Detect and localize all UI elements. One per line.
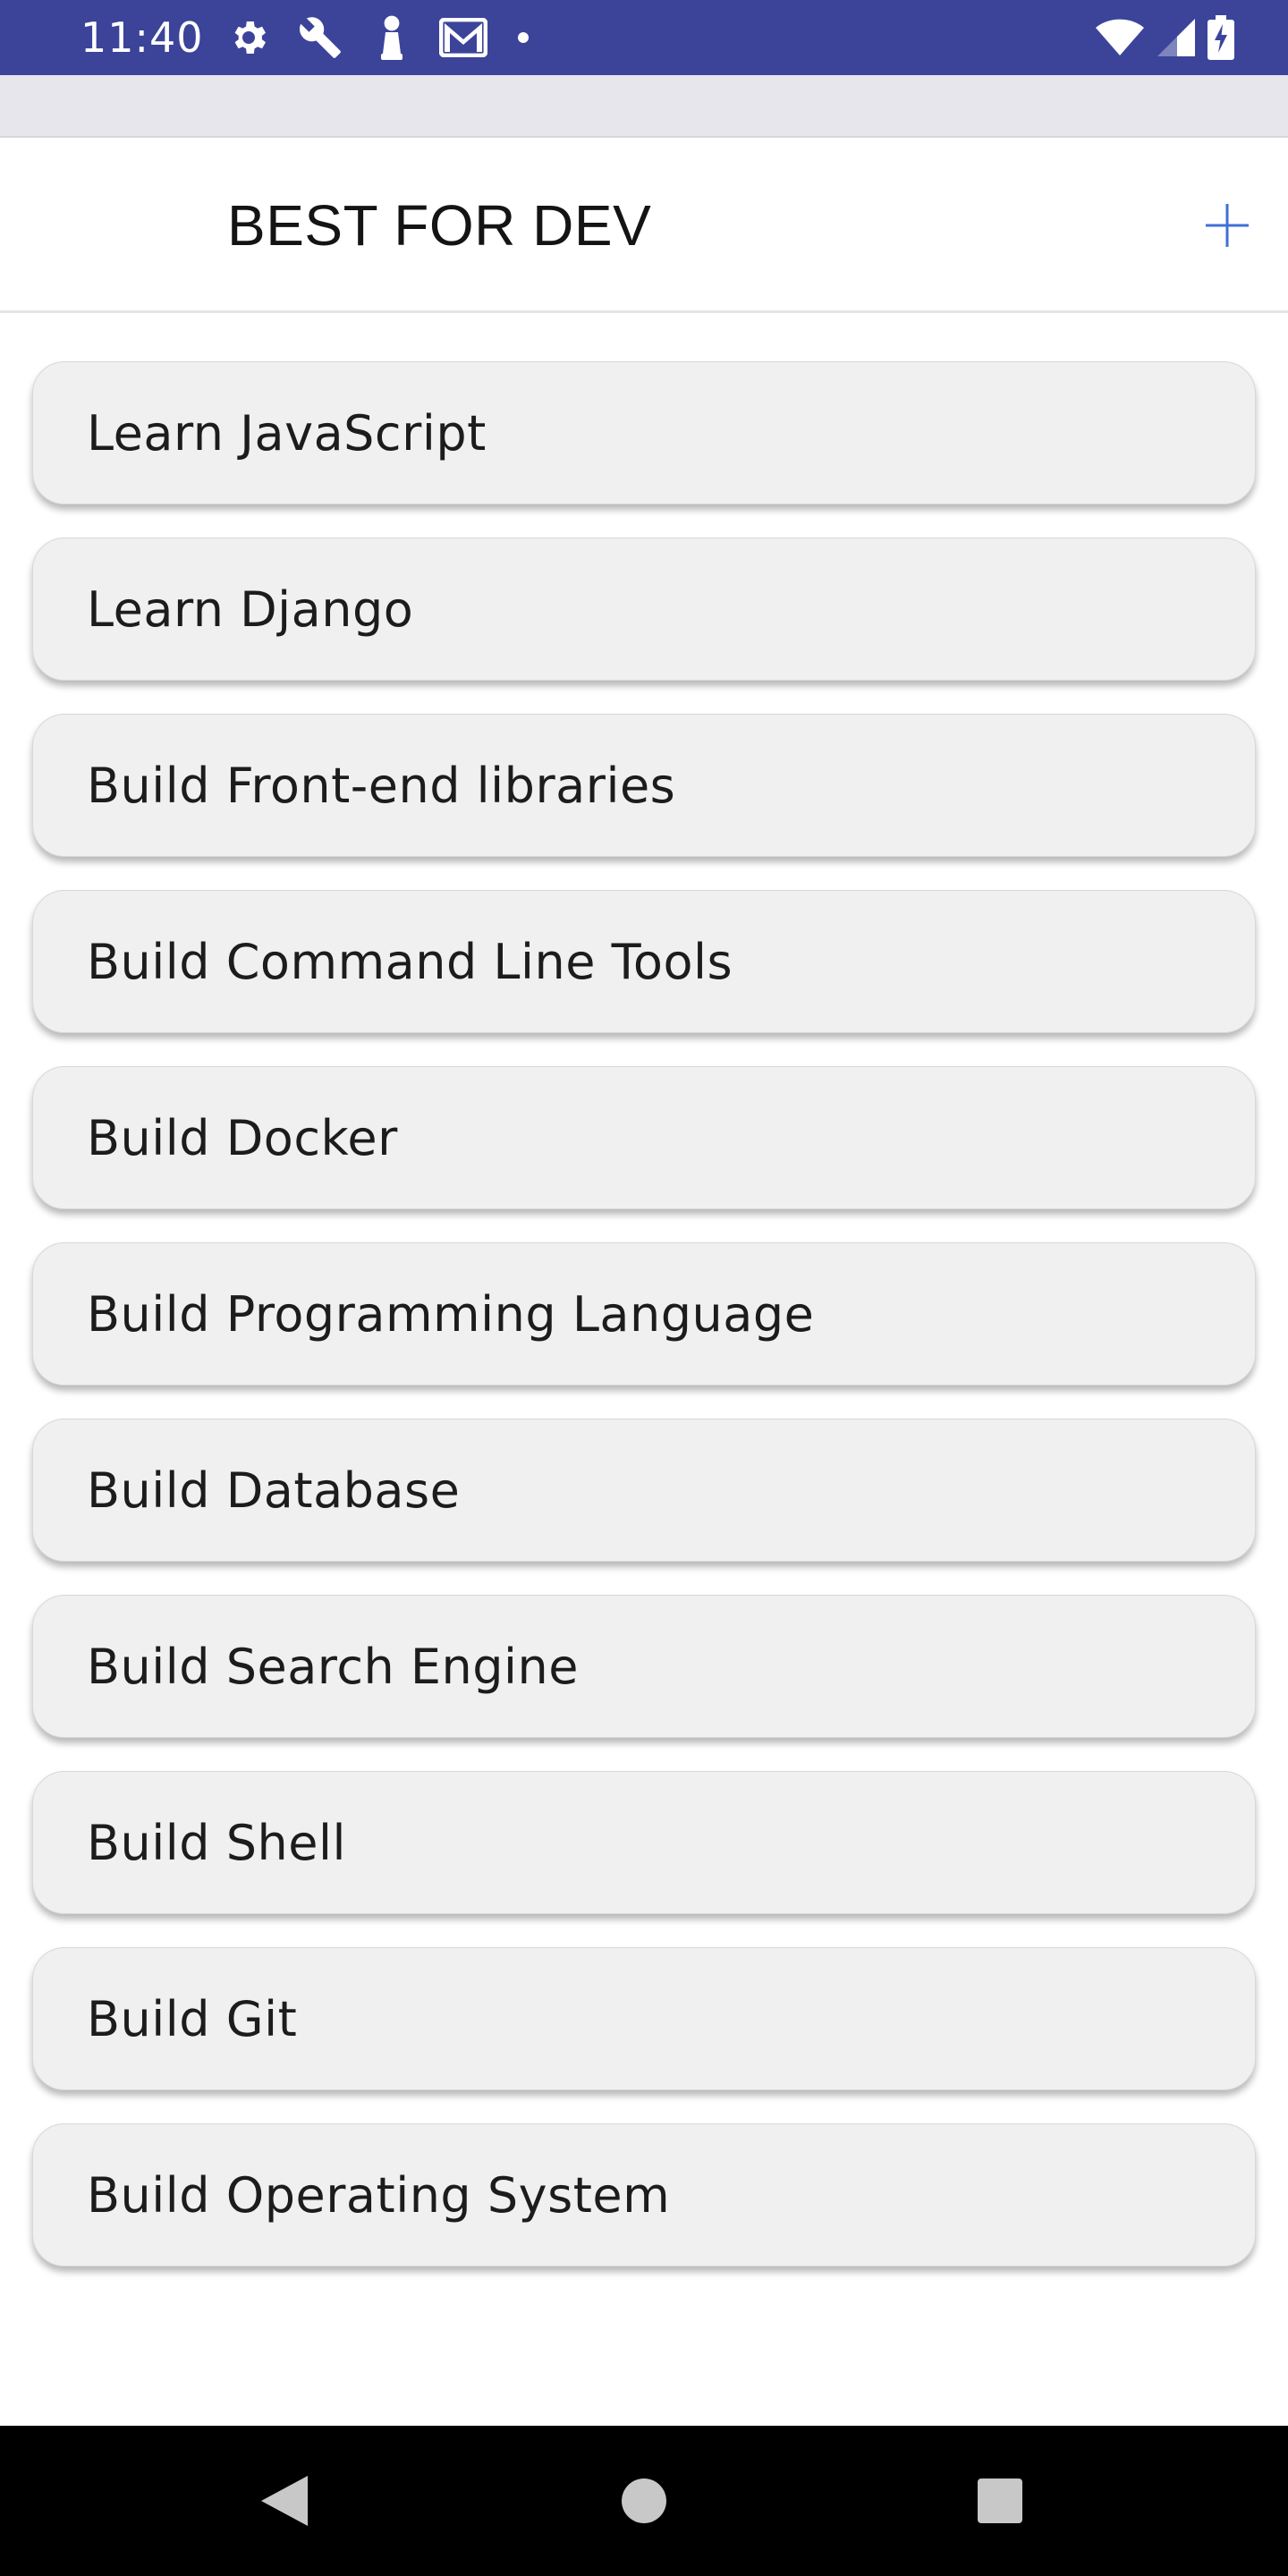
- recents-button[interactable]: [964, 2465, 1036, 2537]
- list-item-label: Build Database: [87, 1462, 461, 1519]
- list-item[interactable]: Build Database: [32, 1419, 1256, 1562]
- home-button[interactable]: [608, 2465, 680, 2537]
- task-list: Learn JavaScript Learn Django Build Fron…: [32, 361, 1256, 2300]
- wrench-icon: [295, 13, 345, 63]
- status-system-icons: [1095, 13, 1234, 63]
- app-header: BEST FOR DEV: [0, 138, 1288, 313]
- dot-icon: [510, 13, 537, 63]
- system-navigation-bar: [0, 2426, 1288, 2576]
- page-title: BEST FOR DEV: [227, 193, 652, 258]
- list-item[interactable]: Build Front-end libraries: [32, 714, 1256, 857]
- wifi-icon: [1095, 13, 1145, 63]
- list-item-label: Build Command Line Tools: [87, 933, 733, 990]
- list-item-label: Build Git: [87, 1990, 298, 2047]
- back-button[interactable]: [249, 2465, 320, 2537]
- list-item[interactable]: Build Docker: [32, 1066, 1256, 1209]
- list-item[interactable]: Learn Django: [32, 538, 1256, 681]
- back-icon: [261, 2476, 308, 2526]
- list-item[interactable]: Build Operating System: [32, 2123, 1256, 2267]
- plus-icon: [1206, 204, 1249, 247]
- status-notification-icons: [224, 13, 537, 63]
- gear-icon: [224, 13, 274, 63]
- status-time: 11:40: [80, 13, 204, 62]
- list-item[interactable]: Build Git: [32, 1947, 1256, 2090]
- battery-charging-icon: [1208, 13, 1234, 63]
- list-item[interactable]: Learn JavaScript: [32, 361, 1256, 504]
- list-item-label: Learn Django: [87, 580, 414, 638]
- list-item-label: Build Search Engine: [87, 1638, 579, 1695]
- home-icon: [622, 2479, 666, 2523]
- list-item[interactable]: Build Search Engine: [32, 1595, 1256, 1738]
- list-item-label: Build Programming Language: [87, 1285, 815, 1343]
- add-task-button[interactable]: [1190, 188, 1265, 263]
- list-item-label: Build Docker: [87, 1109, 398, 1166]
- chess-pawn-icon: [367, 13, 417, 63]
- recents-icon: [978, 2479, 1022, 2523]
- cellular-signal-icon: [1156, 13, 1197, 63]
- list-item-label: Build Shell: [87, 1814, 346, 1871]
- gmail-icon: [438, 13, 488, 63]
- list-item[interactable]: Build Command Line Tools: [32, 890, 1256, 1033]
- list-item-label: Build Operating System: [87, 2166, 671, 2224]
- list-item[interactable]: Build Programming Language: [32, 1242, 1256, 1385]
- list-item-label: Build Front-end libraries: [87, 757, 676, 814]
- status-bar: 11:40: [0, 0, 1288, 75]
- list-item[interactable]: Build Shell: [32, 1771, 1256, 1914]
- toolbar-strip: [0, 75, 1288, 138]
- list-item-label: Learn JavaScript: [87, 404, 487, 462]
